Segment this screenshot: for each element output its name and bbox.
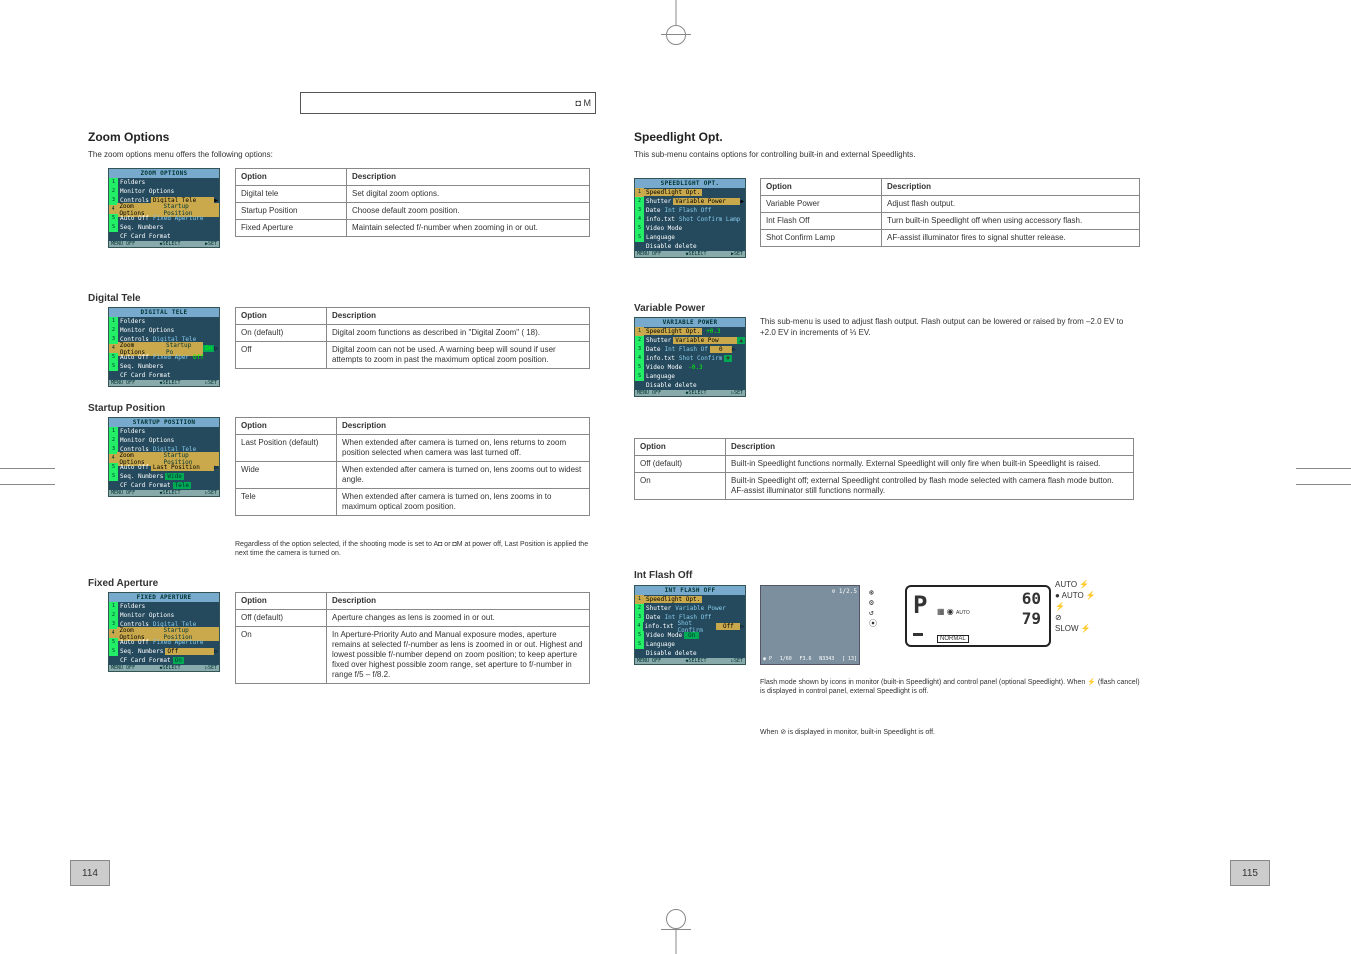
lcd-startup: STARTUP POSITION 1Folders 2Monitor Optio… (108, 417, 220, 497)
right-section-title: Speedlight Opt. (634, 130, 723, 144)
aperture-heading: Fixed Aperture (88, 578, 158, 589)
right-page-number: 115 (1230, 860, 1270, 886)
crop-mark-top (656, 0, 696, 50)
digital-tele-table: OptionDescription On (default)Digital zo… (235, 307, 590, 369)
control-panel: P 60 79 ▦ ◉ AUTO NORMAL ▬ (905, 585, 1051, 647)
aperture-table: OptionDescription Off (default)Aperture … (235, 592, 590, 684)
left-page-number: 114 (70, 860, 110, 886)
monitor-icon: ⚙ (869, 598, 877, 607)
varpower-heading: Variable Power (634, 303, 705, 314)
crop-mark-bottom (656, 904, 696, 954)
monitor-icon: ↺ (869, 608, 877, 617)
right-intro: This sub-menu contains options for contr… (634, 150, 1134, 159)
lcd-varpower: VARIABLE POWER 1Speedlight Opt.+0.3 2Shu… (634, 317, 746, 397)
digital-tele-heading: Digital Tele (88, 293, 141, 304)
lcd-digital-tele: DIGITAL TELE 1Folders 2Monitor Options 3… (108, 307, 220, 387)
lcd-aperture: FIXED APERTURE 1Folders 2Monitor Options… (108, 592, 220, 672)
left-intro: The zoom options menu offers the followi… (88, 150, 588, 159)
disp-caption-1: Flash mode shown by icons in monitor (bu… (760, 678, 1140, 697)
startup-table: OptionDescription Last Position (default… (235, 417, 590, 516)
flash-mode-column: AUTO ⚡ ● AUTO ⚡ ⚡ ⊘ SLOW ⚡ (1055, 580, 1096, 633)
header-mode-icons: ◘ M (576, 98, 591, 108)
lcd-speedlight: SPEEDLIGHT OPT. 1Speedlight Opt. 2Shutte… (634, 178, 746, 258)
monitor-icon: ⊛ (869, 588, 877, 597)
startup-heading: Startup Position (88, 403, 165, 414)
monitor-display: ⊘ 1/2.5 ⊛ ⚙ ↺ ⦿ ◉ P 1/60 F3.6 N3343 [ 13… (760, 585, 860, 665)
lcd-title: ZOOM OPTIONS (109, 169, 219, 178)
monitor-icon: ⦿ (869, 618, 877, 629)
crop-mark-left (0, 476, 55, 478)
left-section-title: Zoom Options (88, 130, 169, 144)
lcd-intflash: INT FLASH OFF 1Speedlight Opt. 2ShutterV… (634, 585, 746, 665)
lcd-zoom-options: ZOOM OPTIONS 1Folders 2Monitor Options 3… (108, 168, 220, 248)
intflash-heading: Int Flash Off (634, 570, 692, 581)
speedlight-table: OptionDescription Variable PowerAdjust f… (760, 178, 1140, 247)
header-mode-box: ◘ M (300, 92, 596, 114)
varpower-body: This sub-menu is used to adjust flash ou… (760, 317, 1140, 339)
crop-mark-right (1296, 476, 1351, 478)
intflash-table: OptionDescription Off (default)Built-in … (634, 438, 1134, 500)
startup-footnote: Regardless of the option selected, if th… (235, 540, 590, 558)
zoom-options-table: OptionDescription Digital teleSet digita… (235, 168, 590, 237)
disp-caption-2: When ⊘ is displayed in monitor, built-in… (760, 728, 1140, 737)
